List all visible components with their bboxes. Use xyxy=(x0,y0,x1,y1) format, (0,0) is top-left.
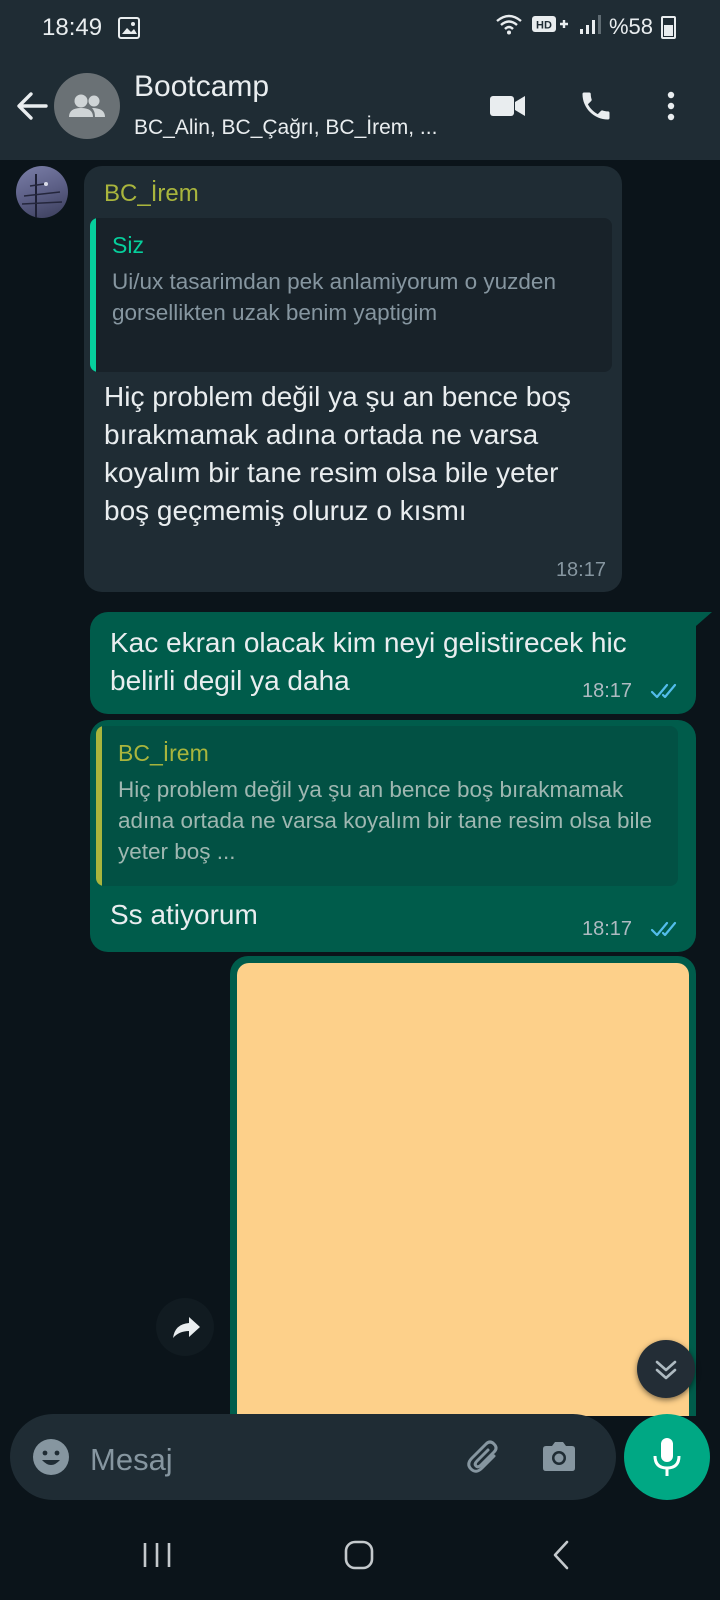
message-time: 18:17 xyxy=(555,559,606,581)
signal-icon xyxy=(579,13,601,41)
group-avatar[interactable] xyxy=(54,73,120,139)
svg-text:HD: HD xyxy=(536,20,552,32)
back-button[interactable] xyxy=(12,86,52,126)
image-preview[interactable] xyxy=(237,963,689,1416)
emoji-icon xyxy=(33,1439,69,1475)
avatar-photo xyxy=(21,174,63,218)
recent-apps-button[interactable] xyxy=(140,1540,174,1575)
quote-bar xyxy=(90,218,96,372)
system-navigation-bar xyxy=(0,1512,720,1600)
recents-icon xyxy=(143,1543,171,1567)
microphone-icon xyxy=(653,1438,681,1476)
chat-header: Bootcamp BC_Alin, BC_Çağrı, BC_İrem, ... xyxy=(0,56,720,160)
battery-icon xyxy=(661,15,676,39)
message-time: 18:17 xyxy=(582,918,633,940)
message-text: Ss atiyorum xyxy=(110,899,258,930)
status-icons: HD %58 xyxy=(495,13,676,41)
camera-button[interactable] xyxy=(538,1436,580,1483)
hd-voice-icon: HD xyxy=(531,13,571,41)
outgoing-image-message[interactable] xyxy=(230,956,696,1416)
message-input[interactable]: Mesaj xyxy=(90,1442,173,1478)
message-sender[interactable]: BC_İrem xyxy=(104,180,199,208)
camera-icon xyxy=(543,1442,575,1471)
quoted-text: Ui/ux tasarimdan pek anlamiyorum o yuzde… xyxy=(112,269,556,325)
arrow-left-icon xyxy=(17,92,48,120)
forward-button[interactable] xyxy=(156,1298,214,1356)
forward-icon xyxy=(173,1317,200,1338)
chat-title[interactable]: Bootcamp xyxy=(134,70,269,104)
quoted-message[interactable]: BC_İrem Hiç problem değil ya şu an bence… xyxy=(96,726,678,886)
voice-call-button[interactable] xyxy=(578,88,614,129)
incoming-message[interactable]: BC_İrem Siz Ui/ux tasarimdan pek anlamiy… xyxy=(84,166,622,592)
chat-members[interactable]: BC_Alin, BC_Çağrı, BC_İrem, ... xyxy=(134,116,437,140)
video-camera-icon xyxy=(490,96,525,116)
read-ticks-icon xyxy=(650,683,677,699)
system-back-button[interactable] xyxy=(550,1538,574,1577)
quote-bar xyxy=(96,726,102,886)
quoted-author: Siz xyxy=(112,232,144,258)
quoted-text: Hiç problem değil ya şu an bence boş bır… xyxy=(118,777,653,864)
wifi-icon xyxy=(495,13,523,41)
quoted-author: BC_İrem xyxy=(118,740,209,766)
message-input-bar[interactable]: Mesaj xyxy=(10,1414,616,1500)
message-time: 18:17 xyxy=(582,680,633,702)
more-vertical-icon xyxy=(667,91,675,121)
more-options-button[interactable] xyxy=(664,88,678,129)
group-icon xyxy=(69,94,105,117)
battery-level: %58 xyxy=(608,14,653,39)
quoted-message[interactable]: Siz Ui/ux tasarimdan pek anlamiyorum o y… xyxy=(90,218,612,372)
outgoing-reply-message[interactable]: BC_İrem Hiç problem değil ya şu an bence… xyxy=(90,720,696,952)
chevron-left-icon xyxy=(553,1540,569,1570)
outgoing-message[interactable]: Kac ekran olacak kim neyi gelistirecek h… xyxy=(90,612,696,714)
voice-message-button[interactable] xyxy=(624,1414,710,1500)
status-time: 18:49 xyxy=(42,14,103,41)
sender-avatar[interactable] xyxy=(16,166,68,218)
scroll-to-bottom-button[interactable] xyxy=(637,1340,695,1398)
status-bar: 18:49 HD %58 xyxy=(0,0,720,56)
read-ticks-icon xyxy=(650,921,677,937)
home-button[interactable] xyxy=(342,1538,378,1577)
phone-icon xyxy=(582,92,610,120)
double-chevron-down-icon xyxy=(655,1360,677,1380)
emoji-button[interactable] xyxy=(30,1436,72,1483)
video-call-button[interactable] xyxy=(488,88,528,129)
gallery-notification-icon xyxy=(118,17,140,44)
paperclip-icon xyxy=(467,1440,498,1473)
bubble-tail xyxy=(696,612,712,626)
attach-button[interactable] xyxy=(464,1436,506,1483)
message-text: Hiç problem değil ya şu an bence boş bır… xyxy=(104,381,571,526)
home-icon xyxy=(344,1540,374,1570)
